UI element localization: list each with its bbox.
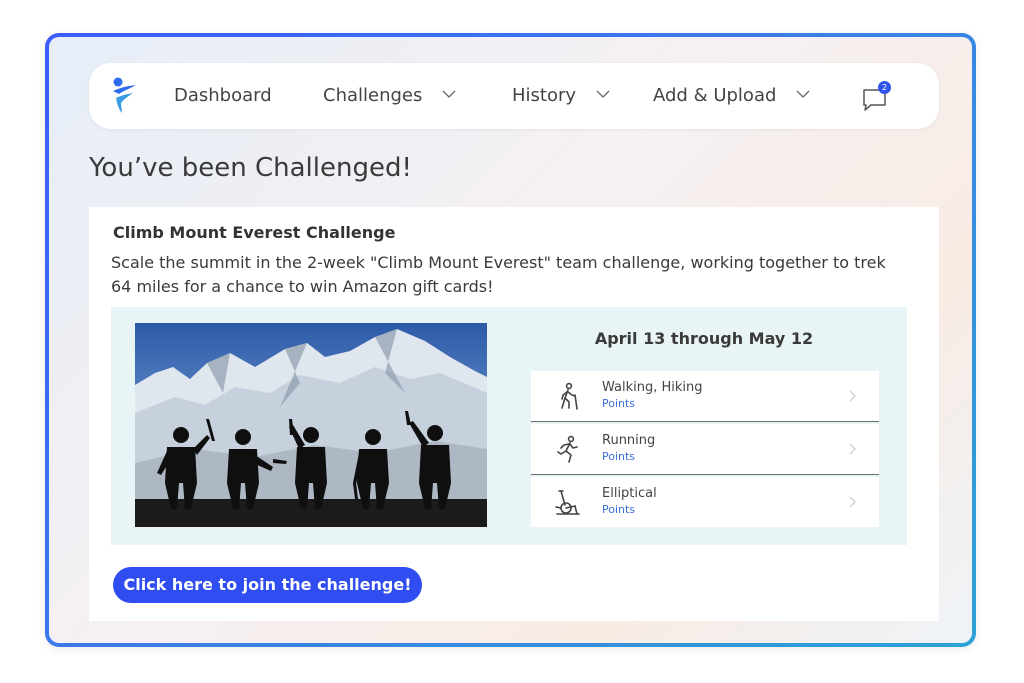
activity-walking-hiking[interactable]: Walking, Hiking Points <box>531 371 879 422</box>
chevron-right-icon <box>849 390 856 402</box>
nav-dashboard-label: Dashboard <box>174 85 272 106</box>
challenge-description: Scale the summit in the 2-week "Climb Mo… <box>111 253 886 296</box>
activity-points-link[interactable]: Points <box>602 503 635 516</box>
chevron-down-icon <box>596 90 610 98</box>
chevron-right-icon <box>849 443 856 455</box>
nav-history-label: History <box>512 85 577 106</box>
nav-add-upload[interactable]: Add & Upload <box>653 63 810 129</box>
activity-name: Walking, Hiking <box>602 380 703 395</box>
chevron-right-icon <box>849 496 856 508</box>
challenge-title: Climb Mount Everest Challenge <box>113 223 396 242</box>
activity-points-link[interactable]: Points <box>602 450 635 463</box>
join-challenge-button[interactable]: Click here to join the challenge! <box>113 567 422 603</box>
message-count-badge: 2 <box>878 81 891 94</box>
nav-challenges[interactable]: Challenges <box>323 63 456 129</box>
challenge-dates: April 13 through May 12 <box>594 329 814 348</box>
challenge-card: Climb Mount Everest Challenge Scale the … <box>89 207 939 621</box>
activity-name: Elliptical <box>602 486 657 501</box>
running-icon <box>557 435 578 463</box>
activity-running[interactable]: Running Points <box>531 424 879 475</box>
messages-button[interactable]: 2 <box>861 81 891 112</box>
activity-points-link[interactable]: Points <box>602 397 635 410</box>
chevron-down-icon <box>796 90 810 98</box>
app-logo[interactable] <box>109 77 139 115</box>
top-navbar: Dashboard Challenges History Add & Uploa… <box>89 63 939 129</box>
walking-icon <box>561 382 578 410</box>
nav-history[interactable]: History <box>512 63 610 129</box>
chevron-down-icon <box>442 90 456 98</box>
elliptical-icon <box>555 490 580 515</box>
activity-elliptical[interactable]: Elliptical Points <box>531 477 879 527</box>
nav-add-upload-label: Add & Upload <box>653 85 777 106</box>
activity-list: Walking, Hiking Points Running Points El… <box>531 371 879 529</box>
app-frame: Dashboard Challenges History Add & Uploa… <box>45 33 976 647</box>
nav-challenges-label: Challenges <box>323 85 423 106</box>
activity-name: Running <box>602 433 656 448</box>
everest-climbers-image <box>135 323 487 527</box>
page-title: You’ve been Challenged! <box>89 153 412 183</box>
challenge-details-panel: April 13 through May 12 Walking, Hiking … <box>111 307 907 545</box>
nav-dashboard[interactable]: Dashboard <box>174 63 272 129</box>
